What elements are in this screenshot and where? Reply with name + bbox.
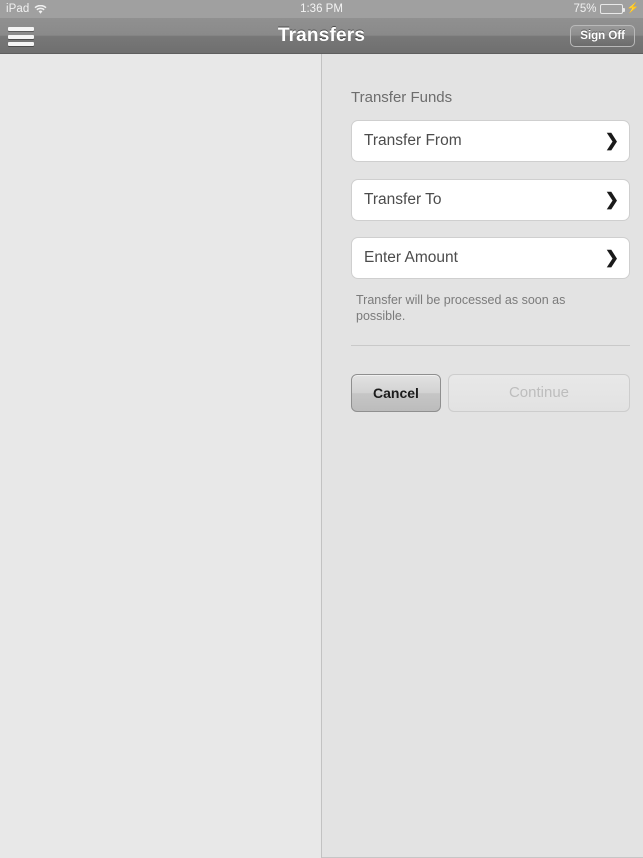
battery-icon [599, 4, 625, 14]
status-bar-time: 1:36 PM [300, 3, 343, 15]
helper-text: Transfer will be processed as soon as po… [356, 293, 566, 323]
transfer-from-label: Transfer From [364, 132, 462, 149]
chevron-right-icon: ❯ [604, 190, 619, 209]
ipad-screen: iPad 1:36 PM 75% ⚡ Transfers Sign Off Tr… [0, 0, 643, 858]
enter-amount-field[interactable]: Enter Amount ❯ [351, 237, 630, 279]
battery-percent-label: 75% [573, 3, 597, 15]
navigation-bar: Transfers Sign Off [0, 18, 643, 54]
lightning-bolt-icon: ⚡ [626, 3, 639, 14]
continue-button[interactable]: Continue [448, 374, 630, 412]
battery-cap [622, 8, 625, 12]
cancel-button[interactable]: Cancel [351, 374, 441, 412]
status-bar: iPad 1:36 PM 75% ⚡ [0, 0, 643, 18]
page-title: Transfers [277, 25, 366, 46]
enter-amount-label: Enter Amount [364, 249, 458, 266]
transfer-funds-panel: Transfer Funds Transfer From ❯ Transfer … [322, 54, 643, 858]
transfer-from-field[interactable]: Transfer From ❯ [351, 120, 630, 162]
chevron-right-icon: ❯ [604, 131, 619, 150]
transfer-to-field[interactable]: Transfer To ❯ [351, 179, 630, 221]
sign-off-button[interactable]: Sign Off [570, 25, 635, 47]
left-pane [0, 54, 321, 858]
section-title: Transfer Funds [351, 89, 453, 106]
chevron-right-icon: ❯ [604, 248, 619, 267]
content-area: Transfer Funds Transfer From ❯ Transfer … [0, 54, 643, 858]
section-divider [351, 345, 630, 346]
transfer-to-label: Transfer To [364, 191, 442, 208]
status-bar-right: 75% ⚡ [574, 3, 639, 15]
